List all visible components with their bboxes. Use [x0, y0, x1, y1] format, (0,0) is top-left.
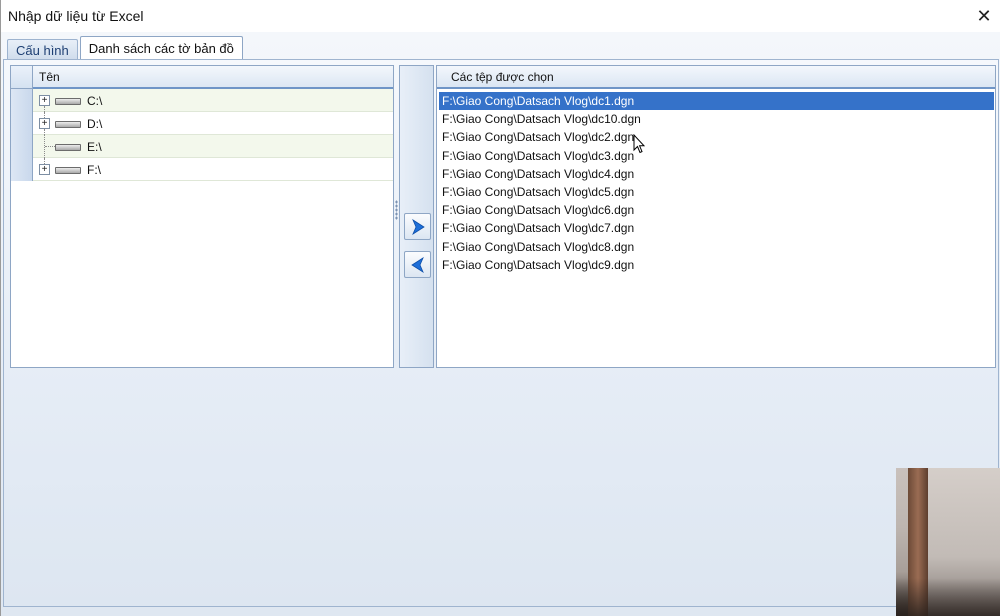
- remove-from-list-button[interactable]: [404, 251, 431, 278]
- tree-header: Tên: [11, 66, 393, 89]
- drive-icon: [55, 144, 81, 151]
- add-to-list-button[interactable]: [404, 213, 431, 240]
- file-list-item[interactable]: F:\Giao Cong\Datsach Vlog\dc2.dgn: [439, 128, 994, 146]
- tree-row-drive-c[interactable]: + C:\: [11, 89, 393, 112]
- file-list-item[interactable]: F:\Giao Cong\Datsach Vlog\dc3.dgn: [439, 147, 994, 165]
- drive-icon: [55, 98, 81, 105]
- file-list-item[interactable]: F:\Giao Cong\Datsach Vlog\dc1.dgn: [439, 92, 994, 110]
- expand-toggle[interactable]: +: [39, 118, 50, 129]
- tree-header-gutter: [11, 66, 33, 88]
- file-list-item[interactable]: F:\Giao Cong\Datsach Vlog\dc4.dgn: [439, 165, 994, 183]
- tree-row-drive-f[interactable]: + F:\: [11, 158, 393, 181]
- file-list-item[interactable]: F:\Giao Cong\Datsach Vlog\dc8.dgn: [439, 238, 994, 256]
- expand-toggle[interactable]: +: [39, 164, 50, 175]
- close-icon: ✕: [976, 5, 992, 26]
- mouse-cursor-icon: [633, 134, 645, 154]
- list-column-name[interactable]: Các tệp được chọn: [451, 70, 554, 84]
- list-header: Các tệp được chọn: [437, 66, 995, 89]
- file-list-item[interactable]: F:\Giao Cong\Datsach Vlog\dc6.dgn: [439, 201, 994, 219]
- row-gutter: [11, 89, 33, 112]
- arrow-left-icon: [410, 256, 424, 273]
- tab-map-sheet-list[interactable]: Danh sách các tờ bản đồ: [79, 36, 243, 60]
- selected-files-list[interactable]: Các tệp được chọn F:\Giao Cong\Datsach V…: [436, 65, 996, 368]
- drive-label: F:\: [87, 163, 101, 177]
- window-title: Nhập dữ liệu từ Excel: [8, 8, 144, 24]
- drive-label: D:\: [87, 117, 103, 131]
- arrow-right-icon: [411, 218, 425, 235]
- file-list-item[interactable]: F:\Giao Cong\Datsach Vlog\dc9.dgn: [439, 256, 994, 274]
- tab-config[interactable]: Cấu hình: [7, 39, 78, 60]
- drive-label: E:\: [87, 140, 102, 154]
- dialog-client-area: Cấu hình Danh sách các tờ bản đồ Tên + C…: [1, 32, 1000, 616]
- tab-panel: Tên + C:\ + D:\ E:\ + F:\ Các tệp được c…: [3, 59, 999, 607]
- drive-icon: [55, 167, 81, 174]
- splitter-grip[interactable]: [395, 200, 398, 220]
- file-list-item[interactable]: F:\Giao Cong\Datsach Vlog\dc7.dgn: [439, 219, 994, 237]
- tree-column-name[interactable]: Tên: [39, 70, 60, 84]
- transfer-button-column: [399, 65, 434, 368]
- dialog-window: Nhập dữ liệu từ Excel ✕ Cấu hình Danh sá…: [0, 0, 1000, 616]
- drive-label: C:\: [87, 94, 103, 108]
- close-button[interactable]: ✕: [967, 0, 1000, 32]
- drive-icon: [55, 121, 81, 128]
- tree-row-drive-e[interactable]: E:\: [11, 135, 393, 158]
- file-list-item[interactable]: F:\Giao Cong\Datsach Vlog\dc10.dgn: [439, 110, 994, 128]
- row-gutter: [11, 158, 33, 181]
- tab-strip: Cấu hình Danh sách các tờ bản đồ: [7, 36, 245, 60]
- row-gutter: [11, 112, 33, 135]
- file-list-item[interactable]: F:\Giao Cong\Datsach Vlog\dc5.dgn: [439, 183, 994, 201]
- webcam-overlay: [896, 468, 1000, 616]
- tree-row-drive-d[interactable]: + D:\: [11, 112, 393, 135]
- tree-connector: [45, 146, 55, 147]
- folder-tree[interactable]: Tên + C:\ + D:\ E:\ + F:\: [10, 65, 394, 368]
- title-bar[interactable]: Nhập dữ liệu từ Excel ✕: [1, 0, 1000, 32]
- expand-toggle[interactable]: +: [39, 95, 50, 106]
- row-gutter: [11, 135, 33, 158]
- webcam-shadow: [896, 578, 1000, 616]
